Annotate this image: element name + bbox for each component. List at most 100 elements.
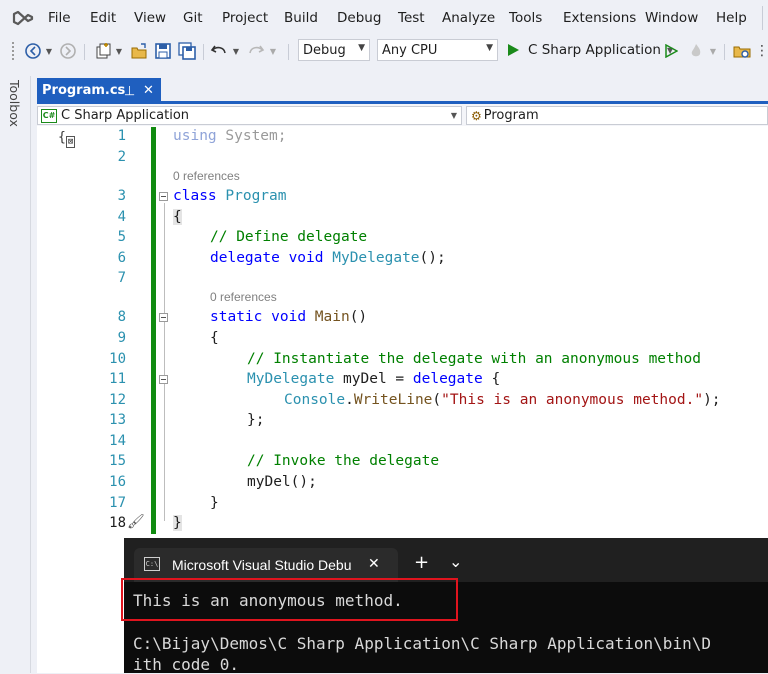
toolbox-panel: [0, 76, 31, 673]
toolbar-divider: [84, 44, 85, 60]
navigate-forward-icon[interactable]: [58, 40, 78, 62]
menu-file[interactable]: File: [48, 10, 71, 26]
console-tab[interactable]: C:\ Microsoft Visual Studio Debu ✕: [134, 548, 398, 582]
close-icon[interactable]: ✕: [368, 556, 380, 572]
line-number: 3: [117, 188, 126, 204]
line-number: 14: [109, 433, 126, 449]
start-without-debugging-icon[interactable]: [662, 40, 680, 62]
toolbar-divider: [724, 44, 725, 60]
toolbar-grip[interactable]: [12, 42, 17, 60]
chevron-down-icon: ▼: [450, 111, 457, 120]
code-line-3: class Program: [173, 188, 287, 204]
class-name: Program: [483, 108, 539, 123]
menu-tools[interactable]: Tools: [509, 10, 542, 26]
redo-icon[interactable]: [245, 40, 267, 62]
save-icon[interactable]: [152, 40, 174, 62]
line-number: 9: [117, 330, 126, 346]
menu-project[interactable]: Project: [222, 10, 268, 26]
pin-icon[interactable]: ⊣: [121, 84, 136, 95]
line-number: 8: [117, 309, 126, 325]
csharp-project-icon: C#: [41, 108, 57, 123]
code-line-12: Console.WriteLine("This is an anonymous …: [284, 392, 721, 408]
menu-window[interactable]: Window: [645, 10, 698, 26]
class-navigation-dropdown[interactable]: ⚙ Program: [466, 106, 768, 125]
menu-build[interactable]: Build: [284, 10, 318, 26]
menu-extensions[interactable]: Extensions: [563, 10, 636, 26]
collapse-icon[interactable]: [159, 192, 168, 201]
new-dropdown-icon[interactable]: ▼: [114, 40, 124, 62]
code-lens-references[interactable]: 0 references: [173, 169, 240, 183]
visual-studio-logo-icon[interactable]: [12, 8, 34, 28]
highlight-box: [121, 578, 458, 621]
back-dropdown-icon[interactable]: ▼: [44, 40, 54, 62]
play-icon: [508, 44, 519, 56]
class-icon: ⚙: [471, 108, 482, 123]
new-tab-icon[interactable]: +: [414, 552, 429, 573]
menu-test[interactable]: Test: [398, 10, 425, 26]
tab-program-cs[interactable]: Program.cs ⊣ ✕: [37, 78, 161, 102]
undo-icon[interactable]: [208, 40, 230, 62]
navigate-back-icon[interactable]: [22, 40, 44, 62]
code-line-15: // Invoke the delegate: [247, 453, 440, 469]
platform-value: Any CPU: [382, 42, 438, 58]
changes-margin-indicator: [151, 127, 156, 534]
brush-icon[interactable]: 🖌: [127, 514, 145, 530]
code-line-9: {: [210, 330, 219, 346]
menu-help[interactable]: Help: [716, 10, 747, 26]
chevron-down-icon[interactable]: ⌄: [449, 552, 462, 571]
toolbar-overflow-icon[interactable]: ⋮: [755, 40, 768, 62]
console-tab-title: Microsoft Visual Studio Debu: [172, 557, 352, 573]
start-target-label: C Sharp Application: [528, 42, 661, 58]
code-line-6: delegate void MyDelegate();: [210, 250, 446, 266]
chevron-down-icon: ▼: [358, 43, 365, 53]
toolbar-divider: [203, 44, 204, 60]
line-number: 6: [117, 250, 126, 266]
code-line-17: }: [210, 495, 219, 511]
start-debugging-button[interactable]: C Sharp Application ▼: [506, 39, 673, 61]
menu-view[interactable]: View: [134, 10, 166, 26]
terminal-icon: C:\: [144, 557, 160, 571]
menu-git[interactable]: Git: [183, 10, 203, 26]
code-line-10: // Instantiate the delegate with an anon…: [247, 351, 701, 367]
line-number: 10: [109, 351, 126, 367]
redo-dropdown-icon[interactable]: ▼: [268, 40, 278, 62]
menu-edit[interactable]: Edit: [90, 10, 116, 26]
console-exit-line: ith code 0.: [133, 655, 239, 674]
code-line-11: MyDelegate myDel = delegate {: [247, 371, 501, 387]
close-icon[interactable]: ✕: [143, 83, 154, 98]
code-line-5: // Define delegate: [210, 229, 368, 245]
line-number: 15: [109, 453, 126, 469]
undo-dropdown-icon[interactable]: ▼: [231, 40, 241, 62]
line-number: 7: [117, 270, 126, 286]
collapse-icon[interactable]: [159, 313, 168, 322]
toolbox-tab[interactable]: Toolbox: [7, 80, 22, 127]
tab-title: Program.cs: [42, 82, 126, 98]
line-number: 17: [109, 495, 126, 511]
fold-guide: [164, 203, 165, 521]
code-line-4: {: [173, 209, 182, 225]
solution-platform-dropdown[interactable]: Any CPU ▼: [377, 39, 498, 61]
line-number: 4: [117, 209, 126, 225]
new-project-icon[interactable]: [92, 40, 114, 62]
line-number: 16: [109, 474, 126, 490]
menu-analyze[interactable]: Analyze: [442, 10, 495, 26]
menu-bar: File Edit View Git Project Build Debug T…: [0, 0, 768, 36]
configuration-value: Debug: [303, 42, 346, 58]
code-lens-references[interactable]: 0 references: [210, 290, 277, 304]
line-number: 2: [117, 149, 126, 165]
project-navigation-dropdown[interactable]: C# C Sharp Application ▼: [37, 106, 462, 125]
hot-reload-icon[interactable]: [686, 40, 706, 62]
console-path-line: C:\Bijay\Demos\C Sharp Application\C Sha…: [133, 634, 711, 653]
navigation-bar: C# C Sharp Application ▼ ⚙ Program: [37, 104, 768, 127]
code-line-16: myDel();: [247, 474, 317, 490]
browse-folder-icon[interactable]: [732, 40, 752, 62]
hot-reload-dropdown-icon[interactable]: ▼: [708, 40, 718, 62]
menu-debug[interactable]: Debug: [337, 10, 381, 26]
save-all-icon[interactable]: [176, 40, 198, 62]
code-line-8: static void Main(): [210, 309, 368, 325]
solution-configuration-dropdown[interactable]: Debug ▼: [298, 39, 370, 61]
code-line-1: using System;: [173, 128, 287, 144]
line-number: 1: [117, 128, 126, 144]
collapse-icon[interactable]: [159, 375, 168, 384]
open-file-icon[interactable]: [128, 40, 150, 62]
